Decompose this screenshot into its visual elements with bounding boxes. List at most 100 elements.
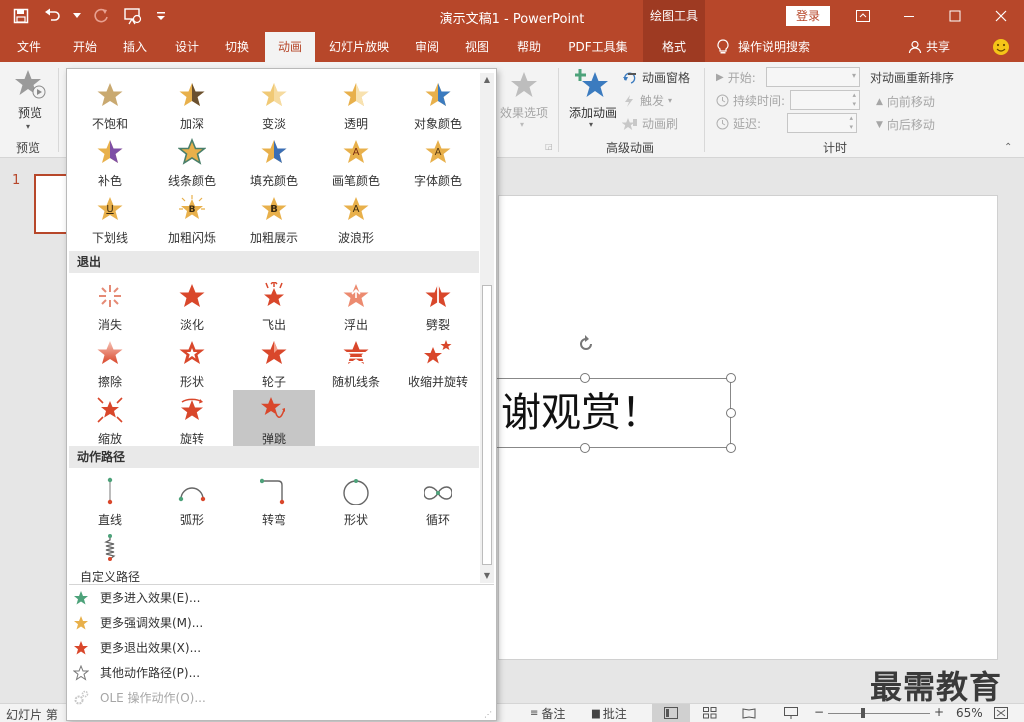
effect-object-color[interactable]: 对象颜色 (397, 75, 479, 131)
login-button[interactable]: 登录 (786, 6, 830, 26)
effect-darken[interactable]: 加深 (151, 75, 233, 131)
effect-fade[interactable]: 淡化 (151, 276, 233, 332)
zoom-level[interactable]: 65% (956, 706, 983, 720)
scroll-thumb[interactable] (482, 285, 492, 565)
minimize-button[interactable] (886, 0, 932, 32)
path-custom[interactable]: 自定义路径 (69, 528, 151, 584)
effect-shape[interactable]: 形状 (151, 333, 233, 389)
zoom-slider[interactable] (828, 713, 930, 714)
fit-slide-button[interactable] (994, 707, 1008, 722)
resize-handle-top-right[interactable] (726, 373, 736, 383)
reading-view-button[interactable] (742, 707, 756, 722)
tab-insert[interactable]: 插入 (110, 32, 160, 62)
path-arcs[interactable]: 弧形 (151, 471, 233, 527)
move-earlier-label: 向前移动 (886, 95, 935, 109)
effect-options-button[interactable]: 效果选项 ▾ (498, 68, 550, 132)
tab-review[interactable]: 审阅 (402, 32, 452, 62)
slideshow-view-button[interactable] (784, 707, 798, 722)
effect-split[interactable]: 劈裂 (397, 276, 479, 332)
move-later-button[interactable]: ▼ 向后移动 (876, 116, 935, 133)
path-lines[interactable]: 直线 (69, 471, 151, 527)
effect-random-bars[interactable]: 随机线条 (315, 333, 397, 389)
menu-more-motion-paths[interactable]: 其他动作路径(P)... (67, 661, 496, 685)
resize-grip-icon[interactable]: ⋰ (484, 710, 492, 719)
gallery-scrollbar[interactable]: ▲ ▼ (480, 73, 494, 583)
share-button[interactable]: 共享 (908, 32, 958, 62)
delay-spinner[interactable]: ▴ ▾ (787, 113, 857, 133)
effect-bounce[interactable]: 弹跳 (233, 390, 315, 446)
slide-sorter-button[interactable] (703, 707, 717, 722)
effect-bold-flash[interactable]: B 加粗闪烁 (151, 189, 233, 245)
effect-zoom[interactable]: 缩放 (69, 390, 151, 446)
tab-pdf-tools[interactable]: PDF工具集 (560, 32, 636, 62)
comments-button[interactable]: ▆ 批注 (592, 705, 627, 722)
scroll-up-arrow[interactable]: ▲ (480, 73, 494, 87)
effect-desaturate[interactable]: 不饱和 (69, 75, 151, 131)
effect-disappear[interactable]: 消失 (69, 276, 151, 332)
resize-handle-top[interactable] (580, 373, 590, 383)
effect-font-color[interactable]: A 字体颜色 (397, 132, 479, 188)
resize-handle-bottom-right[interactable] (726, 443, 736, 453)
effect-line-color[interactable]: 线条颜色 (151, 132, 233, 188)
tab-file[interactable]: 文件 (4, 32, 54, 62)
resize-handle-bottom[interactable] (580, 443, 590, 453)
menu-ole-action-verbs[interactable]: OLE 操作动作(O)... (67, 686, 496, 710)
tab-animations[interactable]: 动画 (265, 32, 315, 62)
collapse-ribbon-button[interactable]: ⌃ (1004, 142, 1012, 153)
tab-design[interactable]: 设计 (162, 32, 212, 62)
path-turns[interactable]: 转弯 (233, 471, 315, 527)
clock-icon (716, 117, 729, 130)
menu-more-exit-effects[interactable]: 更多退出效果(X)... (67, 636, 496, 660)
effect-fly-out[interactable]: 飞出 (233, 276, 315, 332)
normal-view-button[interactable] (652, 704, 690, 722)
ribbon-display-options-button[interactable] (840, 0, 886, 32)
tab-help[interactable]: 帮助 (504, 32, 554, 62)
zoom-out-button[interactable]: − (814, 705, 824, 719)
tab-format[interactable]: 格式 (643, 32, 705, 62)
effect-bold-reveal[interactable]: B 加粗展示 (233, 189, 315, 245)
move-earlier-button[interactable]: ▲ 向前移动 (876, 93, 935, 110)
effect-wheel[interactable]: 轮子 (233, 333, 315, 389)
notes-button[interactable]: ≡ 备注 (530, 705, 565, 722)
add-animation-button[interactable]: 添加动画 ▾ (566, 66, 620, 136)
effect-float-out[interactable]: 浮出 (315, 276, 397, 332)
effect-transparency[interactable]: 透明 (315, 75, 397, 131)
close-button[interactable] (978, 0, 1024, 32)
duration-spinner[interactable]: ▴ ▾ (790, 90, 860, 110)
tab-transitions[interactable]: 切换 (212, 32, 262, 62)
path-loops[interactable]: 循环 (397, 471, 479, 527)
effect-wave[interactable]: A 波浪形 (315, 189, 397, 245)
scroll-down-arrow[interactable]: ▼ (480, 569, 494, 583)
start-select[interactable]: ▾ (766, 67, 860, 87)
dialog-launcher-icon[interactable]: ◲ (545, 142, 553, 151)
tell-me-search[interactable]: 操作说明搜索 (716, 32, 824, 62)
tab-home[interactable]: 开始 (60, 32, 110, 62)
effect-complementary-color[interactable]: 补色 (69, 132, 151, 188)
effect-wipe[interactable]: 擦除 (69, 333, 151, 389)
animation-painter-button[interactable]: 动画刷 (622, 115, 678, 132)
timing-group-label: 计时 (822, 141, 847, 155)
effect-lighten[interactable]: 变淡 (233, 75, 315, 131)
effect-fill-color[interactable]: 填充颜色 (233, 132, 315, 188)
effect-shrink-turn[interactable]: 收缩并旋转 (397, 333, 479, 389)
rotate-handle[interactable] (576, 334, 596, 354)
preview-button[interactable]: 预览 ▾ (10, 68, 50, 132)
effect-brush-color[interactable]: A 画笔颜色 (315, 132, 397, 188)
maximize-button[interactable] (932, 0, 978, 32)
feedback-smiley-button[interactable] (988, 32, 1014, 62)
ribbon-display-icon (856, 10, 870, 22)
animation-pane-button[interactable]: 动画窗格 (622, 69, 690, 86)
zoom-slider-thumb[interactable] (861, 708, 865, 718)
watermark-text: 最需教育 (870, 668, 1003, 706)
effect-underline[interactable]: U 下划线 (69, 189, 151, 245)
resize-handle-right[interactable] (726, 408, 736, 418)
menu-more-entrance-effects[interactable]: 更多进入效果(E)... (67, 586, 496, 610)
trigger-button[interactable]: 触发 ▾ (622, 92, 672, 109)
tab-view[interactable]: 视图 (452, 32, 502, 62)
path-shapes[interactable]: 形状 (315, 471, 397, 527)
effect-label: 消失 (97, 318, 122, 332)
menu-more-emphasis-effects[interactable]: 更多强调效果(M)... (67, 611, 496, 635)
effect-spin[interactable]: 旋转 (151, 390, 233, 446)
tab-slideshow[interactable]: 幻灯片放映 (320, 32, 398, 62)
slide-textbox[interactable]: 谢观赏！ (496, 378, 731, 448)
